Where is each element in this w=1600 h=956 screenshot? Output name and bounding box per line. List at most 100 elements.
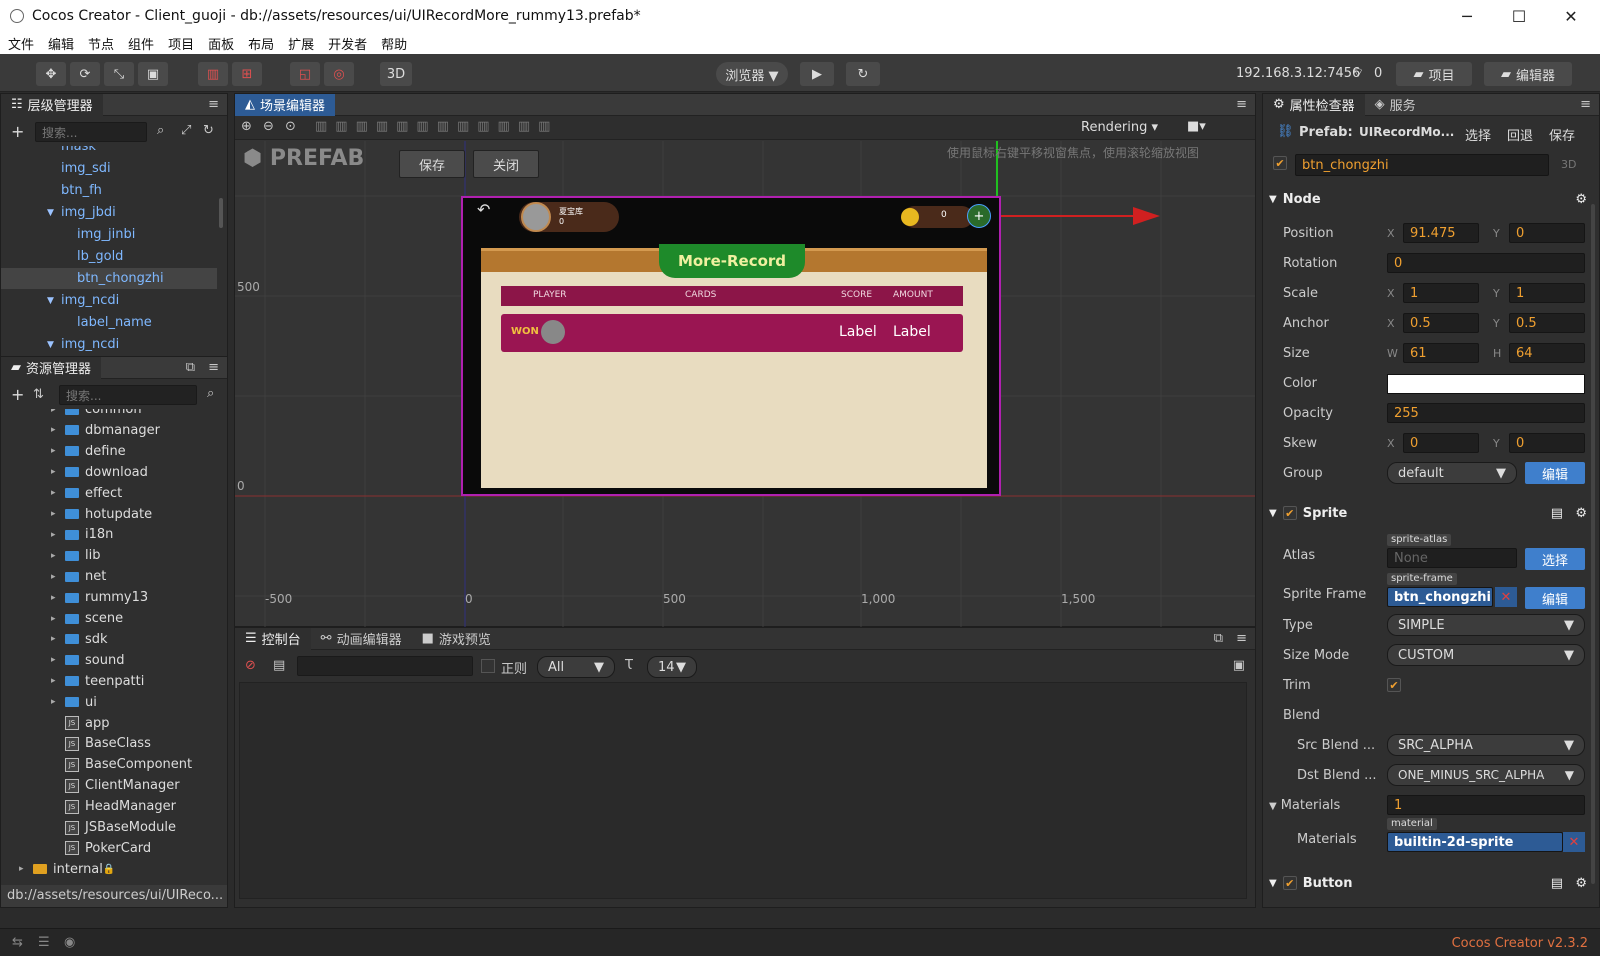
clear-icon[interactable]: ✕ (1563, 832, 1585, 852)
chevron-right-icon[interactable]: ▸ (51, 572, 61, 582)
doc-icon[interactable]: ▤ (1551, 876, 1563, 891)
asset-item[interactable]: JS JSBaseModule (1, 817, 217, 838)
game-canvas[interactable]: ↶ 夏宝库 0 0 + More-Record PLAYER CARDS SCO… (461, 196, 1001, 496)
scrollbar[interactable] (1591, 204, 1595, 884)
chevron-right-icon[interactable]: ▸ (51, 509, 61, 519)
hierarchy-item[interactable]: img_sdi (1, 158, 217, 179)
sprite-frame-input[interactable]: btn_chongzhi (1387, 587, 1493, 607)
menu-file[interactable]: 文件 (8, 34, 34, 53)
asset-item[interactable]: JS HeadManager (1, 796, 217, 817)
search-icon[interactable]: ⌕ (207, 386, 214, 401)
refresh-icon[interactable]: ↻ (846, 62, 880, 86)
refresh-icon[interactable]: ↻ (203, 123, 214, 138)
tab-animation-editor[interactable]: ⚯ 动画编辑器 (311, 628, 412, 650)
asset-item[interactable]: ▸ net (1, 566, 217, 587)
eye-icon[interactable]: ◉ (64, 935, 75, 950)
hierarchy-item[interactable]: ▼ img_jbdi (1, 202, 217, 223)
tab-scene-editor[interactable]: ◭ 场景编辑器 (235, 93, 336, 116)
asset-item[interactable]: ▸ ui (1, 692, 217, 713)
asset-item[interactable]: ▸ rummy13 (1, 587, 217, 608)
asset-item[interactable]: ▸ sdk (1, 629, 217, 650)
asset-item[interactable]: ▸ define (1, 441, 217, 462)
chevron-down-icon[interactable]: ▼ (47, 296, 57, 306)
local-global-icon[interactable]: ⊞ (232, 62, 262, 86)
menu-component[interactable]: 组件 (128, 34, 154, 53)
node-section[interactable]: ▼ Node ⚙ (1263, 186, 1599, 212)
type-select[interactable]: SIMPLE ▼ (1387, 614, 1585, 636)
rotate-tool-icon[interactable]: ⟳ (70, 62, 100, 86)
maximize-button[interactable]: ☐ (1496, 0, 1542, 32)
size-mode-select[interactable]: CUSTOM ▼ (1387, 644, 1585, 666)
prefab-save-button[interactable]: 保存 (399, 150, 465, 178)
browser-dropdown[interactable]: 浏览器 ▼ (716, 62, 788, 86)
asset-item[interactable]: JS ClientManager (1, 775, 217, 796)
prefab-close-button[interactable]: 关闭 (473, 150, 539, 178)
hierarchy-item[interactable]: btn_chongzhi (1, 268, 217, 289)
chevron-right-icon[interactable]: ▸ (51, 655, 61, 665)
scale-x-input[interactable]: 1 (1403, 283, 1479, 303)
sprite-frame-edit-button[interactable]: 编辑 (1525, 587, 1585, 609)
panel-menu-icon[interactable]: ≡ (1236, 97, 1247, 112)
hierarchy-item[interactable]: btn_fh (1, 180, 217, 201)
skew-y-input[interactable]: 0 (1509, 433, 1585, 453)
add-node-icon[interactable]: + (11, 122, 24, 141)
camera-icon[interactable]: ■▾ (1187, 119, 1206, 134)
node-name-input[interactable]: btn_chongzhi (1295, 154, 1549, 176)
chevron-right-icon[interactable]: ▸ (51, 614, 61, 624)
anchor-x-input[interactable]: 0.5 (1403, 313, 1479, 333)
size-w-input[interactable]: 61 (1403, 343, 1479, 363)
asset-item[interactable]: ▸ i18n (1, 524, 217, 545)
chevron-right-icon[interactable]: ▸ (51, 446, 61, 456)
hierarchy-item[interactable]: label_name (1, 312, 217, 333)
asset-item[interactable]: ▸ scene (1, 608, 217, 629)
zoom-reset-icon[interactable]: ⊙ (285, 119, 296, 134)
asset-item[interactable]: ▸ internal 🔒 (1, 859, 217, 880)
prefab-revert-button[interactable]: 回退 (1507, 125, 1533, 144)
snap-icon[interactable]: ◱ (290, 62, 320, 86)
materials-count-input[interactable]: 1 (1387, 795, 1585, 815)
asset-item[interactable]: ▸ effect (1, 483, 217, 504)
database-icon[interactable]: ☰ (38, 935, 50, 950)
close-window-button[interactable]: ✕ (1548, 0, 1594, 32)
atlas-select-button[interactable]: 选择 (1525, 548, 1585, 570)
play-icon[interactable]: ▶ (800, 62, 834, 86)
regex-checkbox[interactable] (481, 659, 495, 673)
sync-icon[interactable]: ⇆ (12, 935, 23, 950)
scrollbar[interactable] (219, 198, 223, 228)
panel-menu-icon[interactable]: ≡ (1580, 97, 1591, 112)
chevron-right-icon[interactable]: ▸ (51, 676, 61, 686)
chevron-right-icon[interactable]: ▸ (51, 593, 61, 603)
menu-node[interactable]: 节点 (88, 34, 114, 53)
align-icons[interactable]: ▥▥▥▥▥▥▥▥▥▥▥▥ (315, 119, 558, 134)
open-editor-button[interactable]: ▰ 编辑器 (1484, 62, 1572, 86)
panel-menu-icon[interactable]: ≡ (1236, 631, 1247, 646)
rotation-input[interactable]: 0 (1387, 253, 1585, 273)
back-arrow-icon[interactable]: ↶ (477, 200, 490, 219)
scale-y-input[interactable]: 1 (1509, 283, 1585, 303)
move-tool-icon[interactable]: ✥ (36, 62, 66, 86)
materials-input[interactable]: builtin-2d-sprite (1387, 832, 1563, 852)
position-x-input[interactable]: 91.475 (1403, 223, 1479, 243)
hierarchy-item[interactable]: ▼ img_ncdi (1, 334, 217, 355)
position-y-input[interactable]: 0 (1509, 223, 1585, 243)
asset-item[interactable]: JS BaseClass (1, 733, 217, 754)
doc-icon[interactable]: ▤ (1551, 506, 1563, 521)
tab-assets[interactable]: ▰ 资源管理器 (1, 356, 102, 379)
zoom-in-icon[interactable]: ⊕ (241, 119, 252, 134)
assets-search-input[interactable]: 搜索... (59, 385, 197, 405)
node-active-checkbox[interactable]: ✔ (1273, 156, 1287, 170)
menu-panel[interactable]: 面板 (208, 34, 234, 53)
gizmo-icon[interactable]: ◎ (324, 62, 354, 86)
anchor-y-input[interactable]: 0.5 (1509, 313, 1585, 333)
popout-icon[interactable]: ⧉ (1214, 631, 1223, 646)
menu-layout[interactable]: 布局 (248, 34, 274, 53)
hierarchy-item[interactable]: ▼ img_ncdi (1, 290, 217, 311)
gear-icon[interactable]: ⚙ (1575, 876, 1587, 891)
chevron-right-icon[interactable]: ▸ (19, 864, 29, 874)
sprite-section[interactable]: ▼ ✔ Sprite ▤ ⚙ (1263, 500, 1599, 526)
atlas-input[interactable]: None (1387, 548, 1517, 568)
menu-extension[interactable]: 扩展 (288, 34, 314, 53)
popout-icon[interactable]: ⧉ (186, 360, 195, 375)
menu-help[interactable]: 帮助 (381, 34, 407, 53)
menu-developer[interactable]: 开发者 (328, 34, 367, 53)
